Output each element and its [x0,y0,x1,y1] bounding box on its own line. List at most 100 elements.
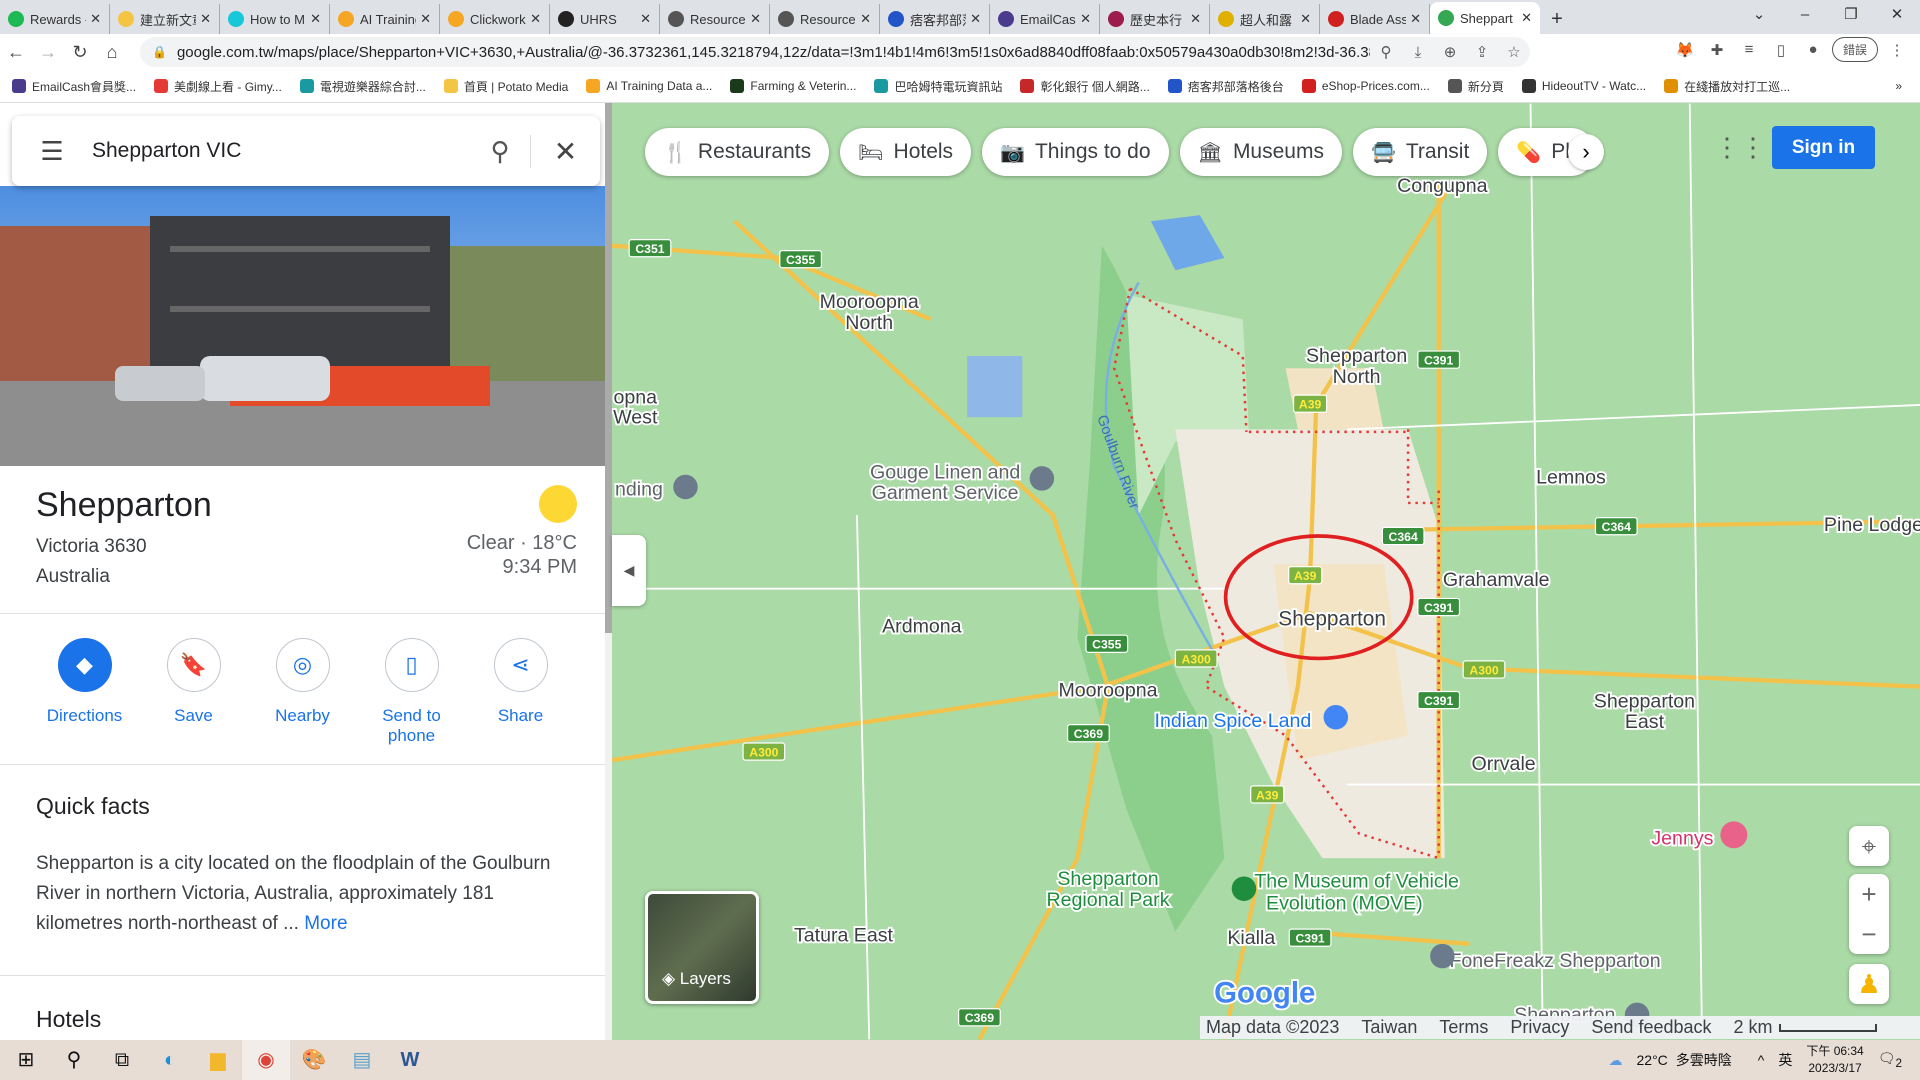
chip-museums[interactable]: 🏛 Museums [1179,128,1342,176]
tab[interactable]: 超人和露 ✕ [1210,4,1320,34]
profile-error-button[interactable]: 錯誤 [1831,37,1878,62]
home-button[interactable]: ⌂ [96,42,128,63]
bookmark[interactable]: eShop-Prices.com... [1301,79,1430,93]
word-icon[interactable]: W [386,1040,434,1080]
action-nearby-button[interactable]: ◎ Nearby [248,638,357,746]
task-view-icon[interactable]: ⧉ [98,1040,146,1080]
forward-button[interactable]: → [32,42,64,63]
layers-button[interactable]: ◈ Layers [645,891,759,1004]
more-link[interactable]: More [304,913,347,934]
tab-close-icon[interactable]: ✕ [750,11,761,27]
close-icon[interactable]: ✕ [530,134,600,168]
url-text[interactable]: google.com.tw/maps/place/Shepparton+VIC+… [177,44,1370,61]
search-taskbar-icon[interactable]: ⚲ [50,1040,98,1080]
tab-close-icon[interactable]: ✕ [1190,11,1201,27]
bookmark[interactable]: EmailCash會員獎... [12,78,136,95]
minimize-button[interactable]: – [1782,0,1828,34]
panel-scrollbar[interactable] [605,103,612,1040]
tab[interactable]: EmailCash✕ [990,4,1100,34]
tray-chevron-icon[interactable]: ^ [1758,1052,1765,1068]
tab[interactable]: Rewards - ✕ [0,4,110,34]
tab-close-icon[interactable]: ✕ [1521,10,1532,26]
search-icon[interactable]: ⚲ [470,136,530,167]
zoom-icon[interactable]: ⊕ [1434,43,1466,61]
tab-close-icon[interactable]: ✕ [200,11,211,27]
notifications-icon[interactable]: 🗨2 [1878,1050,1902,1070]
action-share-button[interactable]: ⋖ Share [466,638,575,746]
kebab-menu-icon[interactable]: ⋮ [1884,41,1910,59]
tab-search-icon[interactable]: ⌄ [1736,0,1782,34]
bookmark[interactable]: 巴哈姆特電玩資訊站 [874,78,1002,95]
tab-close-icon[interactable]: ✕ [1080,11,1091,27]
maximize-button[interactable]: ❐ [1828,0,1874,34]
bookmark[interactable]: AI Training Data a... [586,79,712,93]
tab-close-icon[interactable]: ✕ [1410,11,1421,27]
tab-close-icon[interactable]: ✕ [90,11,101,27]
my-location-button[interactable]: ⌖ [1849,826,1889,866]
send-feedback-link[interactable]: Send feedback [1591,1017,1711,1038]
back-button[interactable]: ← [0,42,32,63]
chips-next-button[interactable]: › [1568,134,1604,170]
tray-condition[interactable]: 多雲時陰 [1676,1050,1732,1070]
bookmark[interactable]: Farming & Veterin... [730,79,856,93]
install-icon[interactable]: ⤓ [1402,44,1434,61]
menu-icon[interactable]: ☰ [12,136,92,167]
tab[interactable]: Clickwork ✕ [440,4,550,34]
tab-close-icon[interactable]: ✕ [530,11,541,27]
sidepanel-icon[interactable]: ▯ [1768,41,1794,59]
map-canvas[interactable]: Goulburn River Congupna Mooroopna North … [612,103,1920,1040]
paint-icon[interactable]: 🎨 [290,1040,338,1080]
bookmark[interactable]: 美劇線上看 - Gimy... [154,78,282,95]
tab-close-icon[interactable]: ✕ [970,11,981,27]
privacy-link[interactable]: Privacy [1510,1017,1569,1038]
bookmark[interactable]: HideoutTV - Watc... [1521,79,1646,93]
media-icon[interactable]: ≡ [1736,41,1762,58]
chip-things-to-do[interactable]: 📷 Things to do [982,128,1169,176]
tab-close-icon[interactable]: ✕ [860,11,871,27]
tab[interactable]: UHRS ✕ [550,4,660,34]
bookmark[interactable]: 在綫播放対打工巡... [1664,78,1790,95]
clock[interactable]: 下午 06:34 2023/3/17 [1806,1043,1863,1077]
ime-indicator[interactable]: 英 [1778,1050,1792,1070]
tab-close-icon[interactable]: ✕ [1300,11,1311,27]
bookmark[interactable]: 痞客邦部落格後台 [1167,78,1284,95]
sign-in-button[interactable]: Sign in [1772,126,1875,169]
tab[interactable]: AI Training ✕ [330,4,440,34]
start-icon[interactable]: ⊞ [2,1040,50,1080]
tab[interactable]: Sheppart ✕ [1430,2,1540,34]
action-send to-button[interactable]: ▯ Send to phone [357,638,466,746]
star-icon[interactable]: ☆ [1498,43,1530,61]
tab[interactable]: 痞客邦部落✕ [880,4,990,34]
scale-label[interactable]: 2 km [1734,1017,1773,1038]
location-icon[interactable]: ⚲ [1370,43,1402,61]
tab[interactable]: Resource ✕ [770,4,880,34]
profile-icon[interactable]: ● [1800,41,1826,58]
tab[interactable]: 建立新文章✕ [110,4,220,34]
chip-hotels[interactable]: 🛏 Hotels [840,128,972,176]
region-link[interactable]: Taiwan [1361,1017,1417,1038]
tab-close-icon[interactable]: ✕ [420,11,431,27]
collapse-panel-button[interactable]: ◀ [612,535,646,606]
address-bar[interactable]: 🔒 google.com.tw/maps/place/Shepparton+VI… [140,37,1530,67]
zoom-in-button[interactable]: + [1849,874,1889,914]
tab-close-icon[interactable]: ✕ [310,11,321,27]
search-input[interactable]: Shepparton VIC [92,139,470,163]
chrome-icon[interactable]: ◉ [242,1040,290,1080]
chip-restaurants[interactable]: 🍴 Restaurants [645,128,830,176]
tab[interactable]: How to M ✕ [220,4,330,34]
place-photo[interactable] [0,186,605,466]
explorer-icon[interactable]: ▆ [194,1040,242,1080]
notepad-icon[interactable]: ▤ [338,1040,386,1080]
terms-link[interactable]: Terms [1439,1017,1488,1038]
tab[interactable]: Blade Ass ✕ [1320,4,1430,34]
new-tab-button[interactable]: + [1540,4,1574,34]
bookmark[interactable]: 首頁 | Potato Media [443,78,568,95]
tab[interactable]: 歷史本行 ✕ [1100,4,1210,34]
close-window-button[interactable]: ✕ [1874,0,1920,34]
metamask-icon[interactable]: 🦊 [1672,41,1698,59]
edge-icon[interactable]: ◐ [146,1040,194,1080]
tab-close-icon[interactable]: ✕ [640,11,651,27]
action-save-button[interactable]: 🔖 Save [139,638,248,746]
bookmark[interactable]: 電視遊樂器綜合討... [299,78,426,95]
share-page-icon[interactable]: ⇪ [1466,43,1498,61]
